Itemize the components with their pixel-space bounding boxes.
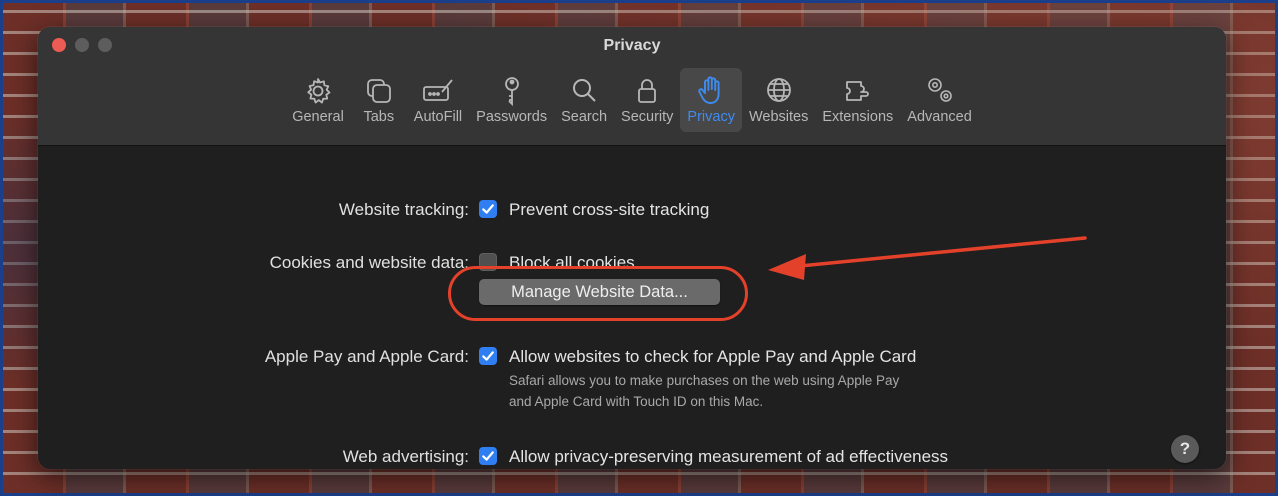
globe-icon [766,78,791,102]
apple-pay-checkbox[interactable] [479,347,497,365]
apple-pay-row: Apple Pay and Apple Card: Allow websites… [38,345,1226,369]
hand-icon [698,76,720,104]
autofill-icon [423,79,453,101]
cookies-label: Cookies and website data: [269,253,469,272]
tab-label: Search [561,109,608,125]
ad-measurement-checkbox[interactable] [479,447,497,465]
apple-pay-label: Apple Pay and Apple Card: [264,347,469,366]
tab-label: AutoFill [413,109,463,125]
tab-label: Privacy [687,109,735,125]
tab-label: Passwords [476,109,548,125]
toolbar: Privacy General Tabs AutoFill Passwords … [38,27,1226,146]
web-advertising-label: Web advertising: [342,447,469,466]
apple-pay-help-line: Safari allows you to make purchases on t… [509,373,900,388]
checkmark-icon [482,451,494,461]
lock-icon [638,79,657,103]
tab-label: Extensions [822,109,894,125]
help-button[interactable]: ? [1171,435,1199,463]
tab-search[interactable]: Search [554,68,614,132]
window-title: Privacy [603,37,661,54]
gears-icon [927,78,952,102]
tabs-icon [366,79,391,103]
preferences-tabs: General Tabs AutoFill Passwords Search S… [38,68,1226,132]
apple-pay-text: Allow websites to check for Apple Pay an… [509,347,917,366]
preferences-window: Privacy General Tabs AutoFill Passwords … [38,27,1226,469]
apple-pay-help-line: and Apple Card with Touch ID on this Mac… [509,394,764,409]
gear-icon [307,78,331,104]
prevent-tracking-checkbox[interactable] [479,200,497,218]
tab-label: Websites [748,109,809,125]
tab-security[interactable]: Security [614,68,680,132]
checkmark-icon [482,204,494,214]
privacy-pane: Website tracking: Prevent cross-site tra… [38,146,1226,469]
tab-autofill[interactable]: AutoFill [407,68,469,132]
puzzle-icon [845,81,869,101]
manage-website-data-button[interactable]: Manage Website Data... [479,279,720,305]
web-advertising-row: Web advertising: Allow privacy-preservin… [38,445,1226,469]
tab-label: Tabs [363,109,395,125]
key-icon [504,77,519,107]
website-tracking-row: Website tracking: Prevent cross-site tra… [38,198,1226,222]
tab-websites[interactable]: Websites [742,68,815,132]
tab-advanced[interactable]: Advanced [900,68,979,132]
tab-passwords[interactable]: Passwords [469,68,554,132]
tab-extensions[interactable]: Extensions [815,68,900,132]
website-tracking-label: Website tracking: [338,200,469,219]
tab-tabs[interactable]: Tabs [351,68,407,132]
magnifier-icon [573,79,596,102]
ad-measurement-text: Allow privacy-preserving measurement of … [509,447,949,466]
prevent-tracking-text: Prevent cross-site tracking [509,200,710,219]
apple-pay-help: Safari allows you to make purchases on t… [509,370,1029,412]
tab-label: Security [621,109,674,125]
tab-label: Advanced [907,109,972,125]
checkmark-icon [482,351,494,361]
tab-general[interactable]: General [285,68,351,132]
tab-label: General [292,109,344,125]
tab-privacy[interactable]: Privacy [680,68,742,132]
